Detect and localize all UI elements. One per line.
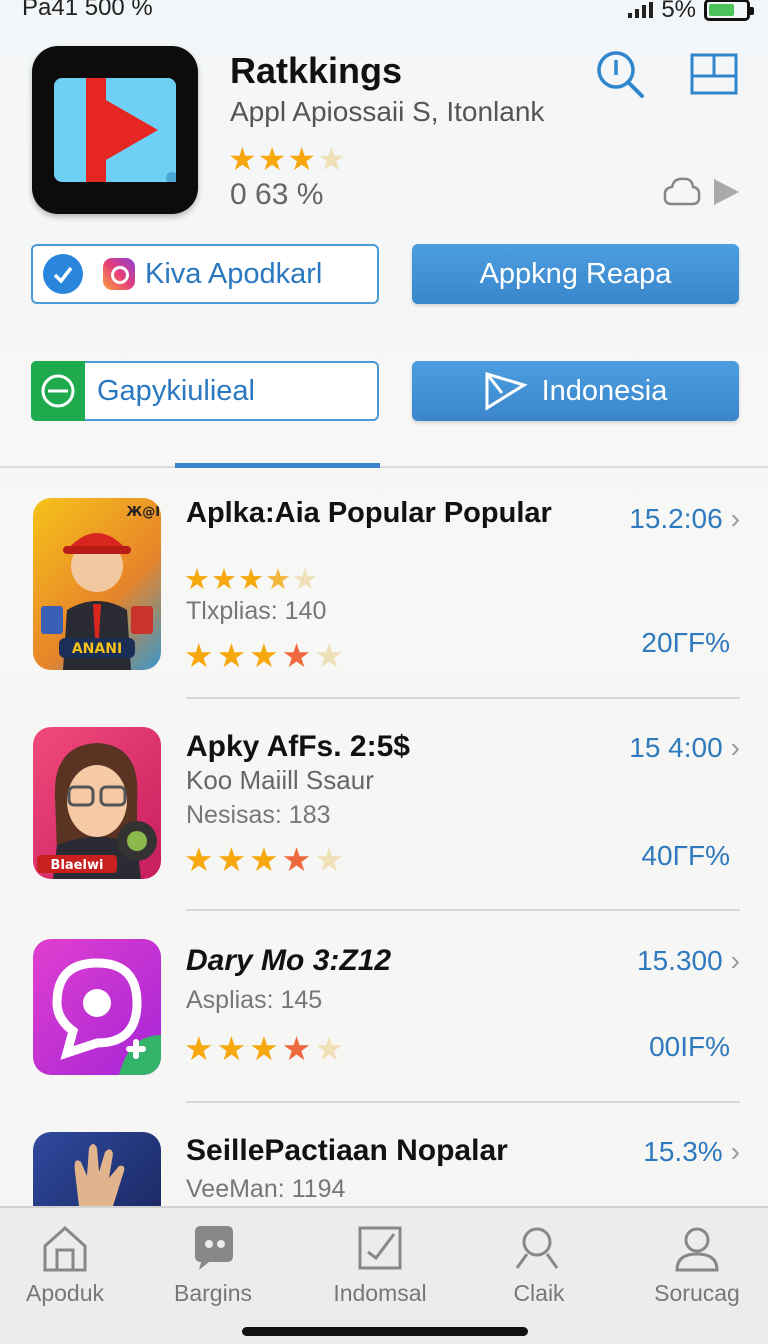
tab-divider <box>0 466 768 468</box>
chevron-right-icon: › <box>730 945 740 976</box>
app-icon <box>32 46 198 214</box>
minus-circle-icon <box>31 361 85 421</box>
cloud-icon[interactable] <box>662 174 702 215</box>
gapy-button[interactable]: Gapykiulieal <box>31 361 379 421</box>
indonesia-button-label: Indonesia <box>541 374 668 407</box>
instagram-icon <box>103 258 135 290</box>
battery-icon <box>704 0 754 21</box>
person-icon <box>675 1227 719 1272</box>
home-indicator[interactable] <box>242 1327 528 1336</box>
item-2-price[interactable]: 15 4:00 › <box>629 732 740 764</box>
send-icon <box>485 371 528 411</box>
indonesia-button[interactable]: Indonesia <box>412 361 739 421</box>
tab-sorucag[interactable]: Sorucag <box>632 1222 762 1307</box>
item-2-icon[interactable]: Blaelwi <box>33 727 161 879</box>
tab-bargins[interactable]: Bargins <box>148 1222 278 1307</box>
item-4-price-value: 15.3% <box>643 1136 723 1167</box>
item-2-title[interactable]: Apky AfFs. 2:5$ <box>186 730 606 763</box>
item-3-percent: 00IF% <box>649 1031 730 1062</box>
list-separator <box>186 697 740 699</box>
chevron-right-icon: › <box>730 732 740 763</box>
app-subtitle: Appl Apiossaii S, Itonlank <box>230 96 545 127</box>
item-1-price-value: 15.2:06 <box>629 503 723 534</box>
item-1-stars: ★★★★★ <box>184 637 347 674</box>
item-1-price[interactable]: 15.2:06 › <box>629 503 740 535</box>
search-icon <box>515 1227 559 1269</box>
tab-claik[interactable]: Claik <box>474 1222 604 1307</box>
play-icon[interactable] <box>712 178 740 211</box>
tab-indomsal[interactable]: Indomsal <box>315 1222 445 1307</box>
item-2-icon-badge: Blaelwi <box>51 858 104 873</box>
item-2-price-value: 15 4:00 <box>629 732 723 763</box>
tab-sorucag-label: Sorucag <box>654 1280 740 1306</box>
battery-percent: 5% <box>661 0 696 23</box>
tab-claik-label: Claik <box>513 1280 565 1306</box>
item-3-title[interactable]: Dary Mo 3:Z12 <box>186 944 606 977</box>
search-icon[interactable] <box>592 46 648 102</box>
appkng-button[interactable]: Appkng Reapa <box>412 244 739 304</box>
chat-bubble-icon <box>195 1226 233 1270</box>
kiva-button-label: Kiva Apodkarl <box>145 257 323 290</box>
chevron-right-icon: › <box>730 503 740 534</box>
tab-bargins-label: Bargins <box>174 1280 252 1306</box>
item-2-stars: ★★★★★ <box>184 841 347 878</box>
bottom-tab-bar: Apoduk Bargins Indomsal Claik Sorucag <box>0 1206 768 1344</box>
item-3-price-value: 15.300 <box>637 945 723 976</box>
item-2-subtitle: Koo Maiill Ssaur <box>186 765 374 795</box>
item-2-meta: Nesisas: 183 <box>186 801 331 829</box>
item-4-icon[interactable] <box>33 1132 161 1206</box>
tab-indomsal-label: Indomsal <box>333 1280 427 1306</box>
kiva-button[interactable]: Kiva Apodkarl <box>31 244 379 304</box>
active-tab-indicator <box>175 463 380 468</box>
signal-icon <box>628 2 654 18</box>
tab-apoduk[interactable]: Apoduk <box>0 1222 130 1307</box>
list-separator <box>186 909 740 911</box>
edit-icon <box>358 1226 402 1270</box>
item-4-price[interactable]: 15.3% › <box>643 1136 740 1168</box>
status-right: 5% <box>628 0 754 24</box>
app-title: Ratkkings <box>230 50 403 91</box>
item-1-percent: 20ΓF% <box>641 627 730 658</box>
status-bar: Pa41 500 % 5% <box>0 0 768 24</box>
list-separator <box>186 1101 740 1103</box>
item-2-percent: 40ΓF% <box>641 840 730 871</box>
item-1-stars-top: ★★★★★ <box>184 564 319 596</box>
status-left-text: Pa41 500 % <box>22 0 153 21</box>
gapy-button-label: Gapykiulieal <box>97 374 255 407</box>
item-3-price[interactable]: 15.300 › <box>637 945 740 977</box>
item-4-meta: VeeMan: 1194 <box>186 1175 346 1203</box>
item-1-meta: Tlxplias: 140 <box>186 597 327 625</box>
item-1-icon-badge: ANANI <box>72 641 122 657</box>
window-icon[interactable] <box>686 46 742 102</box>
tab-apoduk-label: Apoduk <box>25 1280 104 1306</box>
chevron-right-icon: › <box>730 1136 740 1167</box>
item-1-icon[interactable]: ANANI Ж@Г <box>33 498 161 670</box>
item-4-title[interactable]: SeillePactiaan Nopalar <box>186 1134 646 1167</box>
item-1-icon-corner-text: Ж@Г <box>126 505 161 520</box>
item-3-meta: Asplias: 145 <box>186 986 323 1014</box>
item-1-title[interactable]: Aplka:Aia Popular Popular <box>186 497 606 530</box>
check-icon <box>43 254 83 294</box>
appkng-button-label: Appkng Reapa <box>479 257 672 290</box>
home-icon <box>43 1225 87 1272</box>
app-rating-stars: ★★★★ <box>228 141 347 177</box>
item-3-icon[interactable] <box>33 939 161 1075</box>
item-3-stars: ★★★★★ <box>184 1030 347 1067</box>
app-percent: 0 63 % <box>230 178 324 211</box>
